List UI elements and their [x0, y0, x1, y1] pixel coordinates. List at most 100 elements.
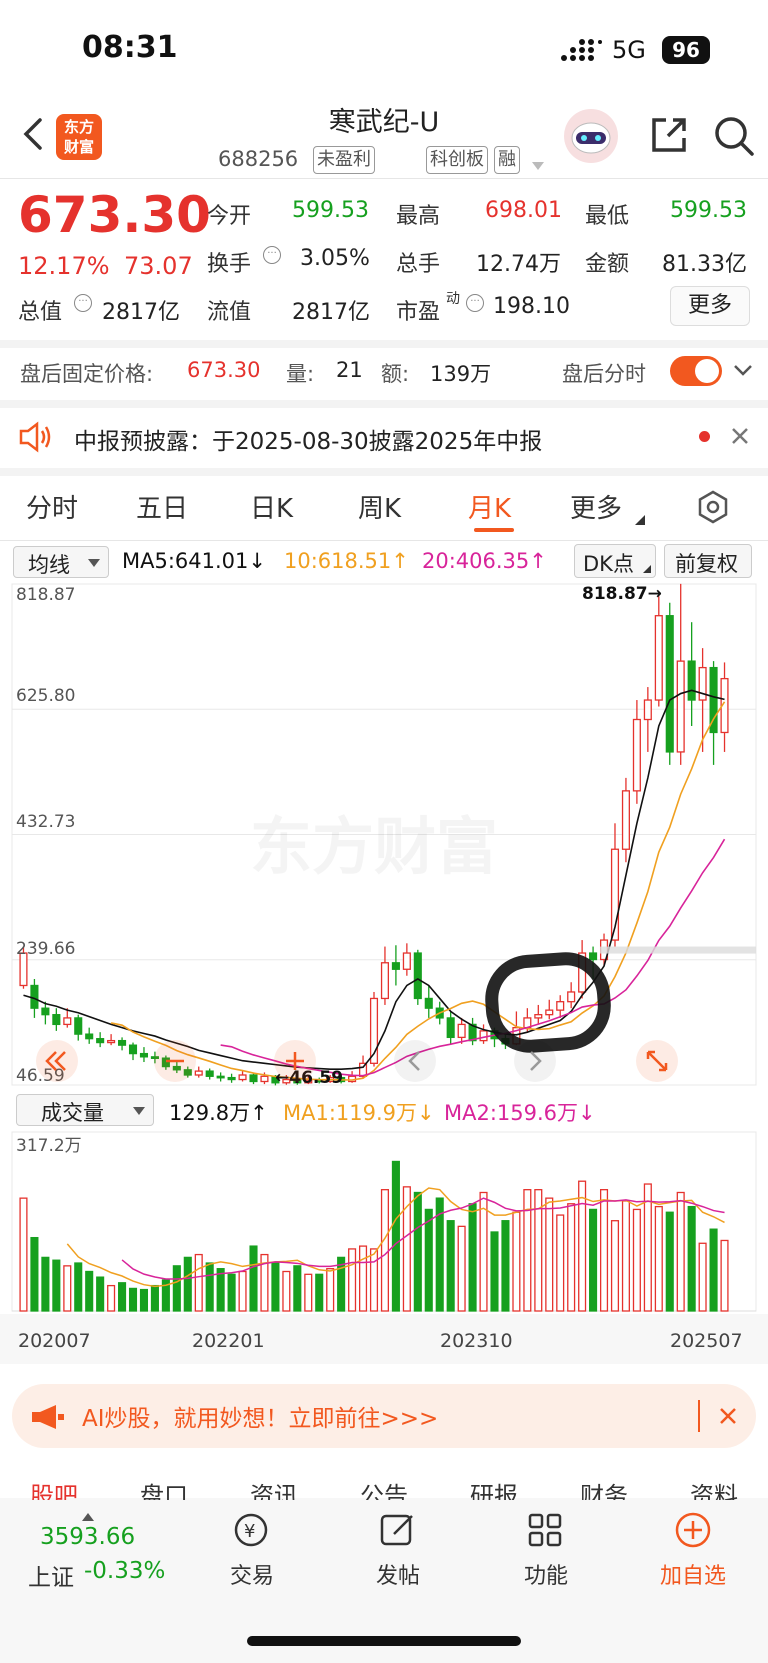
candle: [687, 622, 696, 726]
nav-trade[interactable]: 交易: [212, 1558, 292, 1590]
volume-ma2-legend: MA2:159.6万↓: [444, 1101, 596, 1125]
volume-bar: [643, 1183, 652, 1312]
dk-button[interactable]: DK点: [574, 544, 656, 578]
bottom-tab[interactable]: 资料: [690, 1476, 738, 1500]
bottom-tab[interactable]: 公告: [360, 1476, 408, 1500]
close-icon[interactable]: [729, 425, 751, 447]
info-icon[interactable]: ···: [74, 294, 92, 312]
volume-bar: [512, 1211, 521, 1312]
notice-text[interactable]: 中报预披露：于2025-08-30披露2025年中报: [74, 422, 542, 456]
notice-dot: [699, 431, 710, 442]
functions-icon[interactable]: [525, 1510, 565, 1550]
tab-daily-k[interactable]: 日K: [250, 488, 293, 525]
index-caret-icon: [82, 1506, 94, 1521]
bottom-tab[interactable]: 资讯: [250, 1476, 298, 1500]
volume-bar: [359, 1245, 368, 1312]
more-button[interactable]: 更多: [670, 286, 750, 326]
ai-promo-banner[interactable]: AI炒股，就用妙想！立即前往>>>: [12, 1384, 756, 1448]
field-low-value: 599.53: [670, 198, 747, 223]
robot-avatar-icon[interactable]: [562, 108, 620, 164]
ma-selector[interactable]: 均线: [13, 546, 109, 578]
prev-icon[interactable]: [394, 1040, 436, 1082]
tab-weekly-k[interactable]: 周K: [358, 488, 401, 525]
dropdown-icon[interactable]: [530, 156, 546, 170]
fullscreen-icon[interactable]: [636, 1040, 678, 1082]
zoom-in-icon[interactable]: [274, 1040, 316, 1082]
date-label: 202201: [192, 1330, 265, 1352]
tab-five-day[interactable]: 五日: [136, 488, 188, 525]
volume-bar: [282, 1270, 291, 1312]
after-hours-price-label: 盘后固定价格:: [20, 362, 154, 386]
volume-chart[interactable]: [0, 1128, 768, 1368]
watermark: 东方财富: [250, 796, 498, 886]
candle: [665, 602, 674, 765]
post-icon[interactable]: [378, 1510, 418, 1550]
volume-bar: [446, 1220, 455, 1312]
adjust-button[interactable]: 前复权: [664, 544, 752, 578]
index-change[interactable]: -0.33%: [84, 1558, 165, 1584]
volume-selector[interactable]: 成交量: [16, 1094, 154, 1126]
volume-bar: [271, 1262, 280, 1312]
candle: [720, 662, 729, 752]
bottom-tab[interactable]: 盘口: [140, 1476, 188, 1500]
after-hours-amount-label: 额:: [381, 362, 410, 386]
field-open-value: 599.53: [292, 198, 369, 223]
candle: [128, 1042, 138, 1061]
info-icon[interactable]: ···: [466, 294, 484, 312]
volume-legend: 129.8万↑: [169, 1101, 268, 1125]
volume-bar: [589, 1208, 598, 1312]
candle: [41, 1001, 50, 1025]
volume-bar: [52, 1259, 61, 1312]
field-amount-value: 81.33亿: [662, 252, 747, 277]
volume-bar: [19, 1197, 28, 1312]
candle: [139, 1047, 149, 1063]
volume-bar: [457, 1225, 466, 1312]
share-icon[interactable]: [648, 114, 690, 156]
nav-add-watchlist[interactable]: 加自选: [648, 1558, 738, 1590]
volume-bar: [85, 1270, 94, 1312]
bottom-tab[interactable]: 研报: [470, 1476, 518, 1500]
tab-monthly-k[interactable]: 月K: [468, 488, 511, 525]
add-watchlist-icon[interactable]: [673, 1510, 713, 1550]
after-hours-toggle[interactable]: [670, 356, 722, 386]
bottom-tab[interactable]: 股吧: [30, 1476, 78, 1500]
settings-gear-icon[interactable]: [696, 490, 730, 524]
search-icon[interactable]: [712, 114, 756, 158]
dk-label: DK点: [583, 552, 634, 576]
field-volume-value: 12.74万: [476, 252, 561, 277]
field-high-label: 最高: [396, 204, 441, 229]
volume-bar: [610, 1220, 620, 1312]
megaphone-icon: [32, 1405, 64, 1429]
candle: [446, 1011, 455, 1044]
volume-bar: [380, 1189, 389, 1312]
close-icon[interactable]: [718, 1406, 738, 1426]
zoom-out-icon[interactable]: [154, 1040, 196, 1082]
ma20-legend: 20:406.35↑: [422, 549, 547, 573]
candle: [216, 1072, 225, 1082]
tab-intraday[interactable]: 分时: [26, 488, 78, 525]
next-icon[interactable]: [514, 1040, 556, 1082]
volume-bar: [96, 1276, 105, 1312]
adjust-label: 前复权: [675, 552, 738, 576]
scroll-left-icon[interactable]: [36, 1040, 78, 1082]
nav-post[interactable]: 发帖: [358, 1558, 438, 1590]
tab-more[interactable]: 更多: [570, 488, 622, 525]
chevron-down-icon[interactable]: [732, 362, 754, 378]
tag-star-market: 科创板: [426, 146, 488, 174]
trade-icon[interactable]: ¥: [229, 1510, 273, 1550]
field-turnover-label: 换手: [207, 252, 252, 277]
candle: [74, 1014, 83, 1041]
volume-bar: [468, 1203, 477, 1312]
index-value[interactable]: 3593.66: [40, 1524, 135, 1550]
candle: [85, 1027, 94, 1044]
info-icon[interactable]: ···: [263, 246, 281, 264]
candle: [457, 1017, 466, 1044]
volume-bar: [172, 1265, 181, 1312]
bottom-tab[interactable]: 财务: [580, 1476, 628, 1500]
candle: [567, 982, 576, 1009]
index-name[interactable]: 上证: [28, 1558, 74, 1592]
volume-bar: [545, 1197, 554, 1312]
price-axis-label: 432.73: [16, 812, 76, 832]
nav-functions[interactable]: 功能: [506, 1558, 586, 1590]
after-hours-volume-label: 量:: [286, 362, 315, 386]
